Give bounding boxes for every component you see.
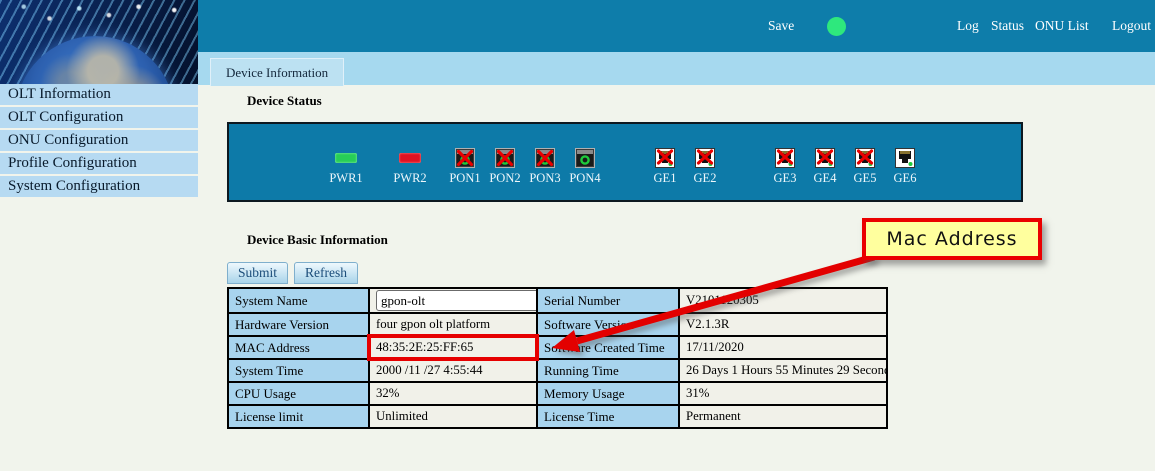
port-label: PON4 xyxy=(569,171,600,186)
port-pon1: PON1 xyxy=(443,148,487,186)
info-label: System Name xyxy=(228,288,369,313)
sidebar-menu: OLT Information OLT Configuration ONU Co… xyxy=(0,84,198,199)
license-limit-value: Unlimited xyxy=(369,405,537,428)
submit-button[interactable]: Submit xyxy=(227,262,288,284)
table-row: Hardware Version four gpon olt platform … xyxy=(228,313,887,336)
port-pon3: PON3 xyxy=(523,148,567,186)
ge-port-icon xyxy=(695,148,715,168)
system-name-cell xyxy=(369,288,537,313)
port-label: GE4 xyxy=(814,171,837,186)
mac-address-callout: Mac Address xyxy=(862,218,1042,260)
device-status-title: Device Status xyxy=(247,93,322,109)
olt-web-manager-page: Save Log Status ONU List Logout Device I… xyxy=(0,0,1155,471)
table-row: System Name Serial Number V2101120305 xyxy=(228,288,887,313)
power-led-icon xyxy=(399,153,421,163)
pon-port-icon xyxy=(575,148,595,168)
port-pon2: PON2 xyxy=(483,148,527,186)
earth-globe-graphic xyxy=(15,36,175,85)
port-label: PWR2 xyxy=(393,171,426,186)
device-basic-information-table: System Name Serial Number V2101120305 Ha… xyxy=(227,287,888,429)
port-label: GE3 xyxy=(774,171,797,186)
ge-port-icon xyxy=(655,148,675,168)
pon-port-icon xyxy=(535,148,555,168)
power-led-icon xyxy=(335,153,357,163)
sidebar-item-onu-configuration[interactable]: ONU Configuration xyxy=(0,130,198,151)
info-label: Running Time xyxy=(537,359,679,382)
port-ge6: GE6 xyxy=(883,148,927,186)
system-time-value: 2000 /11 /27 4:55:44 xyxy=(369,359,537,382)
port-label: PWR1 xyxy=(329,171,362,186)
info-label: MAC Address xyxy=(228,336,369,359)
ge-port-icon xyxy=(895,148,915,168)
tab-bar: Device Information xyxy=(198,52,1155,85)
info-label: System Time xyxy=(228,359,369,382)
info-label: Hardware Version xyxy=(228,313,369,336)
serial-number-value: V2101120305 xyxy=(679,288,887,313)
table-row: License limit Unlimited License Time Per… xyxy=(228,405,887,428)
nav-log-link[interactable]: Log xyxy=(957,18,979,34)
device-basic-information-title: Device Basic Information xyxy=(247,232,388,248)
basic-info-actions: Submit Refresh xyxy=(227,262,358,284)
port-ge2: GE2 xyxy=(683,148,727,186)
sidebar-item-profile-configuration[interactable]: Profile Configuration xyxy=(0,153,198,174)
mac-address-value: 48:35:2E:25:FF:65 xyxy=(369,336,537,359)
sidebar-item-olt-configuration[interactable]: OLT Configuration xyxy=(0,107,198,128)
system-name-input[interactable] xyxy=(376,290,537,311)
sidebar-item-system-configuration[interactable]: System Configuration xyxy=(0,176,198,197)
port-label: GE1 xyxy=(654,171,677,186)
pon-port-icon xyxy=(495,148,515,168)
info-label: CPU Usage xyxy=(228,382,369,405)
memory-usage-value: 31% xyxy=(679,382,887,405)
refresh-button[interactable]: Refresh xyxy=(294,262,358,284)
ge-port-icon xyxy=(775,148,795,168)
ge-port-icon xyxy=(855,148,875,168)
port-pwr1: PWR1 xyxy=(324,148,368,186)
port-ge3: GE3 xyxy=(763,148,807,186)
port-label: GE5 xyxy=(854,171,877,186)
tab-device-information[interactable]: Device Information xyxy=(210,58,344,86)
info-label: Memory Usage xyxy=(537,382,679,405)
info-label: License Time xyxy=(537,405,679,428)
software-created-time-value: 17/11/2020 xyxy=(679,336,887,359)
info-label: License limit xyxy=(228,405,369,428)
port-ge5: GE5 xyxy=(843,148,887,186)
save-button[interactable]: Save xyxy=(768,18,794,34)
ge-port-icon xyxy=(815,148,835,168)
port-pon4: PON4 xyxy=(563,148,607,186)
logout-link[interactable]: Logout xyxy=(1112,18,1151,34)
status-indicator-dot xyxy=(827,17,846,36)
device-status-panel: PWR1 PWR2 PON1 PON2 PON3 PON4 GE1 GE2 xyxy=(227,122,1023,202)
port-ge4: GE4 xyxy=(803,148,847,186)
cpu-usage-value: 32% xyxy=(369,382,537,405)
logo-image xyxy=(0,0,198,85)
port-ge1: GE1 xyxy=(643,148,687,186)
table-row: System Time 2000 /11 /27 4:55:44 Running… xyxy=(228,359,887,382)
pon-port-icon xyxy=(455,148,475,168)
port-label: PON3 xyxy=(529,171,560,186)
table-row: CPU Usage 32% Memory Usage 31% xyxy=(228,382,887,405)
table-row: MAC Address 48:35:2E:25:FF:65 Software C… xyxy=(228,336,887,359)
port-label: GE2 xyxy=(694,171,717,186)
port-pwr2: PWR2 xyxy=(388,148,432,186)
port-label: PON2 xyxy=(489,171,520,186)
info-label: Software Created Time xyxy=(537,336,679,359)
sidebar-item-olt-information[interactable]: OLT Information xyxy=(0,84,198,105)
port-label: PON1 xyxy=(449,171,480,186)
nav-onu-list-link[interactable]: ONU List xyxy=(1035,18,1089,34)
hardware-version-value: four gpon olt platform xyxy=(369,313,537,336)
port-label: GE6 xyxy=(894,171,917,186)
info-label: Software Version xyxy=(537,313,679,336)
software-version-value: V2.1.3R xyxy=(679,313,887,336)
license-time-value: Permanent xyxy=(679,405,887,428)
running-time-value: 26 Days 1 Hours 55 Minutes 29 Seconds xyxy=(679,359,887,382)
nav-status-link[interactable]: Status xyxy=(991,18,1024,34)
info-label: Serial Number xyxy=(537,288,679,313)
